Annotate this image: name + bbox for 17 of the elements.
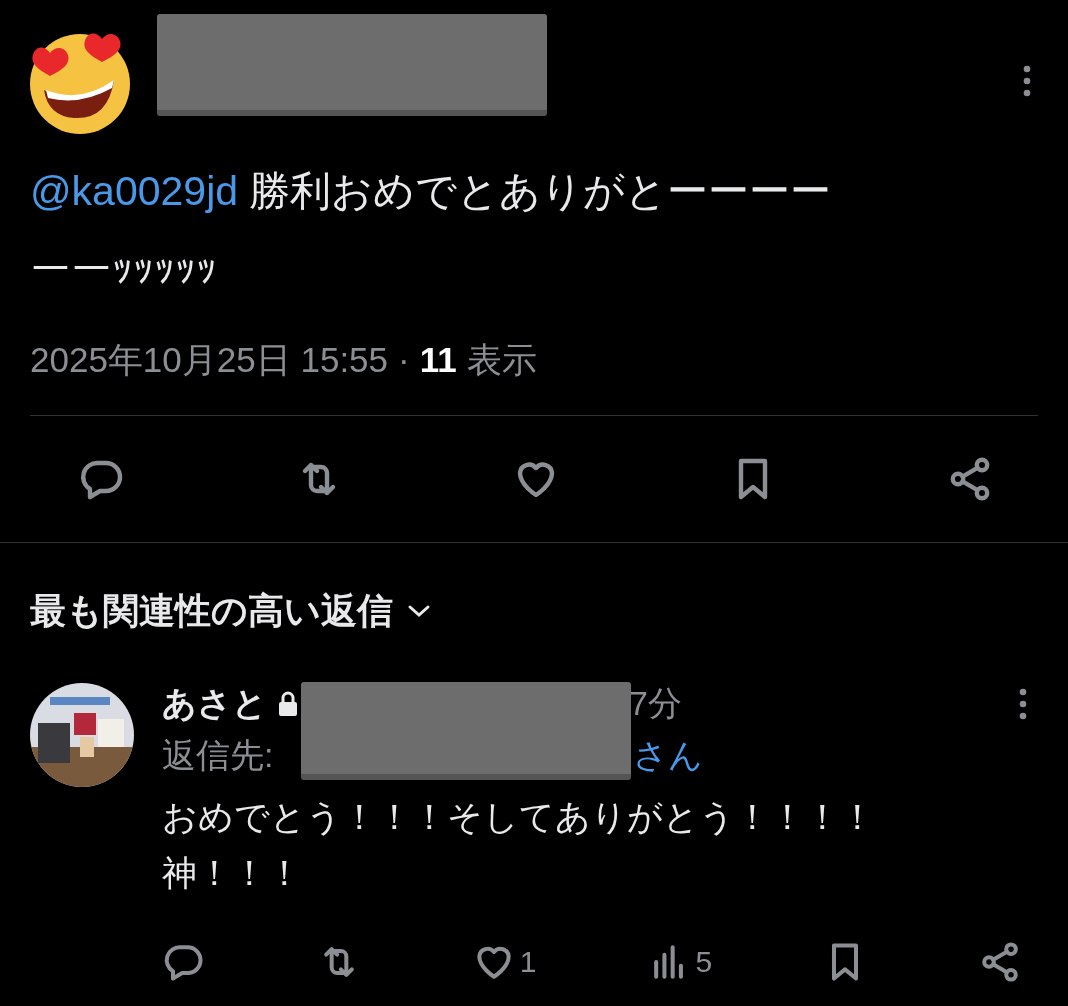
- post-timestamp: 2025年10月25日 15:55: [30, 339, 389, 381]
- more-icon[interactable]: [1018, 686, 1028, 721]
- reply-text: おめでとう！！！そしてありがとう！！！！ 神！！！: [162, 795, 876, 894]
- post-text: @ka0029jd 勝利おめでとありがとーーーー ーーｯｯｯｯｯ: [29, 167, 833, 294]
- reply-to-label: 返信先:: [162, 735, 274, 776]
- separator-dot: ·: [398, 339, 410, 381]
- chevron-down-icon[interactable]: [407, 603, 431, 618]
- views-button[interactable]: 5: [647, 939, 713, 984]
- like-button[interactable]: 1: [471, 939, 537, 984]
- view-count: 11: [419, 339, 457, 381]
- reply-time: 7分: [629, 683, 682, 724]
- more-icon[interactable]: [1022, 64, 1032, 98]
- reply-author-name: あさと: [162, 683, 267, 724]
- views-label: 表示: [466, 339, 537, 381]
- replies-heading: 最も関連性の高い返信: [30, 588, 393, 633]
- reply-to-suffix: さん: [633, 735, 704, 776]
- mention-link[interactable]: @ka0029jd: [30, 168, 239, 214]
